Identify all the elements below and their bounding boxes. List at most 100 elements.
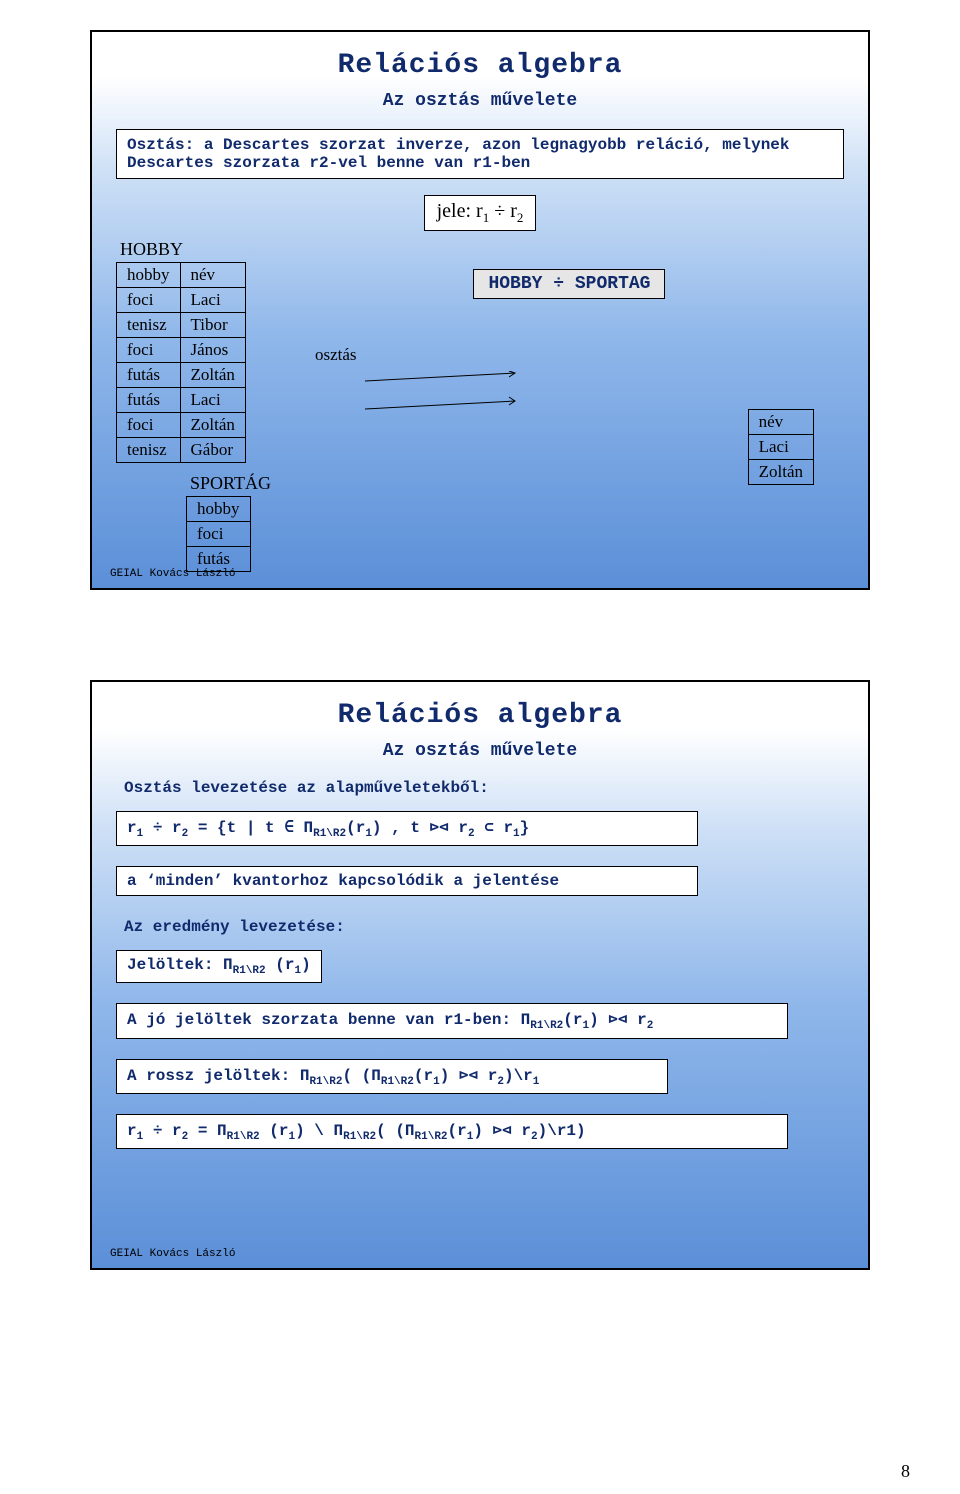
cell: foci <box>117 288 181 313</box>
t: ) ⊳⊲ r <box>440 1067 498 1085</box>
formula-3: Jelöltek: ΠR1\R2 (r1) <box>116 950 322 983</box>
t: = {t | t ∈ Π <box>188 819 313 837</box>
sub: 2 <box>647 1021 654 1033</box>
page: Relációs algebra Az osztás művelete Oszt… <box>0 0 960 1494</box>
cell: Laci <box>180 388 245 413</box>
cell: János <box>180 338 245 363</box>
sportag-wrap: SPORTÁG hobby foci futás <box>186 473 271 572</box>
t: (r <box>266 956 295 974</box>
hobby-table-name: HOBBY <box>120 239 271 260</box>
notation-text-a: jele: r <box>437 200 483 222</box>
formula-1: r1 ÷ r2 = {t | t ∈ ΠR1\R2(r1) , t ⊳⊲ r2 … <box>116 811 698 846</box>
sub: 1 <box>533 1076 540 1088</box>
sub: R1\R2 <box>381 1076 414 1088</box>
sub: 1 <box>433 1076 440 1088</box>
t: ) \ Π <box>295 1122 343 1140</box>
cell: futás <box>117 388 181 413</box>
notation-box: jele: r1 ÷ r2 <box>424 195 537 231</box>
slide2-title: Relációs algebra <box>116 700 844 731</box>
t: (r <box>346 819 365 837</box>
result-wrap: név Laci Zoltán <box>748 409 814 485</box>
formula-6: r1 ÷ r2 = ΠR1\R2 (r1) \ ΠR1\R2( (ΠR1\R2(… <box>116 1114 788 1149</box>
t: ÷ r <box>143 1122 181 1140</box>
cell: Gábor <box>180 438 245 463</box>
footer: GEIAL Kovács László <box>110 1248 235 1260</box>
cell: foci <box>187 522 251 547</box>
cell: foci <box>117 338 181 363</box>
sub: 1 <box>365 828 372 840</box>
formula-2: a ‘minden’ kvantorhoz kapcsolódik a jele… <box>116 866 698 896</box>
cell: futás <box>117 363 181 388</box>
t: ( (Π <box>376 1122 414 1140</box>
cell: Zoltán <box>180 363 245 388</box>
derivation-intro: Osztás levezetése az alapműveletekből: <box>124 779 844 797</box>
osztas-label: osztás <box>315 345 357 365</box>
sportag-header: hobby <box>187 497 251 522</box>
content-row: HOBBY hobby név fociLaci teniszTibor foc… <box>116 239 844 572</box>
operation-box: HOBBY ÷ SPORTAG <box>473 269 665 299</box>
cell: Zoltán <box>180 413 245 438</box>
cell: Tibor <box>180 313 245 338</box>
t: ) ⊳⊲ r <box>473 1122 531 1140</box>
slide1-title: Relációs algebra <box>116 50 844 81</box>
t: ) ⊳⊲ r <box>589 1011 647 1029</box>
cell: tenisz <box>117 313 181 338</box>
sub-2: 2 <box>517 210 524 225</box>
t: (r <box>260 1122 289 1140</box>
slide2-subtitle: Az osztás művelete <box>116 741 844 761</box>
sub: R1\R2 <box>530 1021 563 1033</box>
derivation-result: Az eredmény levezetése: <box>124 918 844 936</box>
t: ) <box>301 956 311 974</box>
sub: 1 <box>513 828 520 840</box>
t: )\r <box>504 1067 533 1085</box>
t: } <box>520 819 530 837</box>
cell: tenisz <box>117 438 181 463</box>
t: A jó jelöltek szorzata benne van r1-ben:… <box>127 1011 530 1029</box>
t: (r <box>448 1122 467 1140</box>
sub: R1\R2 <box>343 1131 376 1143</box>
page-number: 8 <box>901 1461 910 1482</box>
slide-1: Relációs algebra Az osztás művelete Oszt… <box>90 30 870 590</box>
hobby-col-1: név <box>180 263 245 288</box>
sub: R1\R2 <box>227 1131 260 1143</box>
sub: 2 <box>497 1076 504 1088</box>
t: (r <box>563 1011 582 1029</box>
definition-box: Osztás: a Descartes szorzat inverze, azo… <box>116 129 844 179</box>
cell: foci <box>117 413 181 438</box>
cell: Zoltán <box>748 460 813 485</box>
hobby-table: hobby név fociLaci teniszTibor fociJános… <box>116 262 246 463</box>
cell: Laci <box>180 288 245 313</box>
left-column: HOBBY hobby név fociLaci teniszTibor foc… <box>116 239 271 572</box>
cell: Laci <box>748 435 813 460</box>
t: r <box>127 819 137 837</box>
right-column: HOBBY ÷ SPORTAG osztás név Laci Zoltán <box>295 239 844 421</box>
sub: R1\R2 <box>415 1131 448 1143</box>
t: )\r1) <box>538 1122 586 1140</box>
t: ⊂ r <box>475 819 513 837</box>
sportag-table-name: SPORTÁG <box>190 473 271 494</box>
footer: GEIAL Kovács László <box>110 568 235 580</box>
t: = Π <box>188 1122 226 1140</box>
t: r <box>127 1122 137 1140</box>
sub: R1\R2 <box>233 965 266 977</box>
sub: R1\R2 <box>313 828 346 840</box>
formula-4: A jó jelöltek szorzata benne van r1-ben:… <box>116 1003 788 1038</box>
sportag-table: hobby foci futás <box>186 496 251 572</box>
sub: R1\R2 <box>309 1076 342 1088</box>
hobby-col-0: hobby <box>117 263 181 288</box>
notation-text-b: ÷ r <box>489 200 517 222</box>
t: ( (Π <box>342 1067 380 1085</box>
sub: 2 <box>531 1131 538 1143</box>
t: (r <box>414 1067 433 1085</box>
t: ) , t ⊳⊲ r <box>372 819 468 837</box>
t: ÷ r <box>143 819 181 837</box>
formula-5: A rossz jelöltek: ΠR1\R2( (ΠR1\R2(r1) ⊳⊲… <box>116 1059 668 1094</box>
t: Jelöltek: Π <box>127 956 233 974</box>
result-header: név <box>748 410 813 435</box>
result-table: név Laci Zoltán <box>748 409 814 485</box>
slide1-subtitle: Az osztás művelete <box>116 91 844 111</box>
arrow-icon <box>365 371 545 421</box>
sub: 2 <box>468 828 475 840</box>
slide-2: Relációs algebra Az osztás művelete Oszt… <box>90 680 870 1270</box>
t: A rossz jelöltek: Π <box>127 1067 309 1085</box>
